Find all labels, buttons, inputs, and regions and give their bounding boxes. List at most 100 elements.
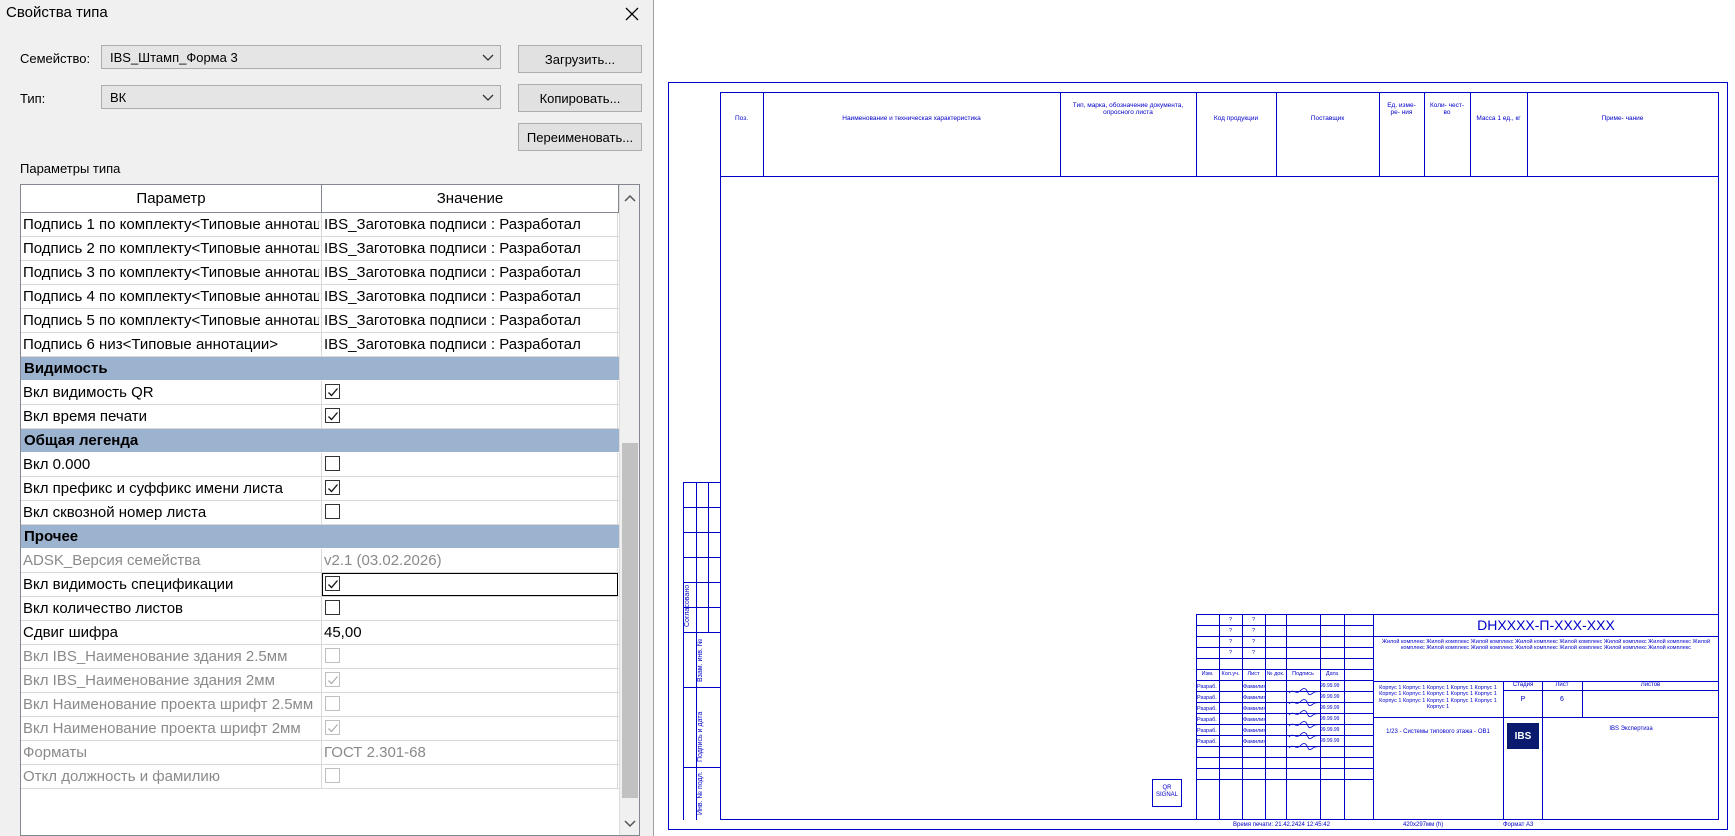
side-label-original-inv: Инв. № подл. (697, 771, 704, 815)
family-select[interactable]: IBS_Штамп_Форма 3 (101, 45, 501, 69)
surname-label: Фамилия (1243, 684, 1267, 690)
rename-button[interactable]: Переименовать... (518, 123, 642, 151)
grid-header: Параметр Значение = (21, 185, 630, 213)
parameter-checkbox[interactable] (325, 408, 340, 423)
complex-text: Жилой комплекс Жилой комплекс Жилой комп… (1381, 639, 1711, 652)
side-label-agreed: Согласовано (684, 584, 691, 627)
parameter-row[interactable]: Подпись 3 по комплекту<Типовые аннотации… (21, 261, 620, 285)
load-button[interactable]: Загрузить... (518, 45, 642, 73)
parameter-name: Подпись 2 по комплекту<Типовые аннотации… (23, 240, 319, 257)
parameter-checkbox (325, 768, 340, 783)
placeholder-mark: ? (1228, 639, 1233, 645)
date-label: 99.99.99 (1320, 738, 1340, 744)
parameter-row[interactable]: Вкл префикс и суффикс имени листа (21, 477, 632, 501)
parameter-row[interactable]: Вкл сквозной номер листа (21, 501, 632, 525)
format-size: 420х297мм (h) (1403, 822, 1444, 828)
column-header-parameter[interactable]: Параметр (21, 185, 322, 212)
parameter-name: ADSK_Версия семейства (23, 552, 201, 569)
type-label: Тип: (20, 91, 46, 106)
parameter-value[interactable]: IBS_Заготовка подписи : Разработал (324, 240, 614, 257)
parameter-row[interactable]: Форматы ГОСТ 2.301-68 (21, 741, 620, 765)
parameter-value[interactable]: IBS_Заготовка подписи : Разработал (324, 312, 614, 329)
spec-column-header: Поз. (735, 115, 748, 122)
parameter-row[interactable]: Подпись 4 по комплекту<Типовые аннотации… (21, 285, 620, 309)
date-label: 99.99.99 (1320, 694, 1340, 700)
parameter-value[interactable]: IBS_Заготовка подписи : Разработал (324, 336, 614, 353)
parameter-checkbox[interactable] (325, 600, 340, 615)
parameter-value: v2.1 (03.02.2026) (324, 552, 442, 569)
scrollbar-thumb[interactable] (622, 443, 638, 798)
parameter-row[interactable]: Вкл время печати (21, 405, 632, 429)
parameter-row[interactable]: Подпись 1 по комплекту<Типовые аннотации… (21, 213, 620, 237)
date-label: 99.99.99 (1320, 705, 1340, 711)
parameter-checkbox (325, 696, 340, 711)
close-button[interactable] (617, 2, 647, 26)
parameter-name: Подпись 5 по комплекту<Типовые аннотации… (23, 312, 319, 329)
parameter-name: Вкл видимость QR (23, 384, 154, 401)
parameter-checkbox[interactable] (325, 456, 340, 471)
parameter-row[interactable]: ADSK_Версия семейства v2.1 (03.02.2026) (21, 549, 620, 573)
parameter-checkbox (325, 672, 340, 687)
sheet-label: Лист (1555, 682, 1569, 688)
parameter-name: Вкл сквозной номер листа (23, 504, 207, 521)
role-label: Разраб. (1197, 706, 1217, 712)
parameter-row[interactable]: Подпись 6 низ<Типовые аннотации> IBS_Заго… (21, 333, 620, 357)
column-header-value[interactable]: Значение (322, 185, 619, 212)
parameter-row[interactable]: Вкл IBS_Наименование здания 2мм (21, 669, 620, 693)
dialog-title: Свойства типа (6, 4, 108, 21)
parameter-value[interactable]: 45,00 (324, 624, 614, 641)
surname-label: Фамилия (1243, 695, 1267, 701)
role-label: Разраб. (1197, 684, 1217, 690)
parameter-name: Подпись 1 по комплекту<Типовые аннотации… (23, 216, 319, 233)
company-name: IBS Экспертиза (1609, 726, 1653, 732)
parameter-row[interactable]: Сдвиг шифра 45,00 (21, 621, 632, 645)
qr-label: QR SIGNAL (1155, 785, 1178, 798)
parameter-row[interactable]: Подпись 5 по комплекту<Типовые аннотации… (21, 309, 620, 333)
role-label: Разраб. (1197, 728, 1217, 734)
parameter-value[interactable]: IBS_Заготовка подписи : Разработал (324, 288, 614, 305)
scroll-up-icon[interactable] (624, 193, 636, 203)
date-label: 99.99.99 (1320, 716, 1340, 722)
role-label: Разраб. (1197, 739, 1217, 745)
vertical-scrollbar[interactable] (619, 185, 639, 835)
parameters-grid[interactable]: Параметр Значение = Подпись 1 по комплек… (20, 184, 640, 836)
sheet-value: 6 (1560, 696, 1564, 703)
parameter-row[interactable]: Вкл видимость QR (21, 381, 632, 405)
parameter-row[interactable]: Вкл 0.000 (21, 453, 632, 477)
parameter-value[interactable]: IBS_Заготовка подписи : Разработал (324, 264, 614, 281)
checkmark-icon (328, 676, 338, 685)
parameter-row[interactable]: Вкл видимость спецификации (21, 573, 632, 597)
copy-button[interactable]: Копировать... (518, 84, 642, 112)
group-title: Общая легенда (24, 432, 139, 449)
parameter-value[interactable]: IBS_Заготовка подписи : Разработал (324, 216, 614, 233)
title-column-header: Подпись (1292, 671, 1314, 677)
scroll-down-icon[interactable] (624, 819, 636, 829)
group-header-row[interactable]: Видимость (21, 357, 630, 381)
spec-column-header: Тип, марка, обозначение документа, опрос… (1072, 102, 1184, 117)
group-header-row[interactable]: Общая легенда (21, 429, 630, 453)
spec-column-header: Коли- чест- во (1429, 102, 1465, 117)
type-select[interactable]: ВК (101, 85, 501, 109)
group-header-row[interactable]: Прочее (21, 525, 630, 549)
parameter-row[interactable]: Вкл Наименование проекта шрифт 2мм (21, 717, 620, 741)
signature-image (1288, 738, 1318, 756)
parameter-row[interactable]: Подпись 2 по комплекту<Типовые аннотации… (21, 237, 620, 261)
parameter-row[interactable]: Вкл IBS_Наименование здания 2.5мм (21, 645, 620, 669)
surname-label: Фамилия (1243, 739, 1267, 745)
parameter-name: Вкл время печати (23, 408, 147, 425)
group-title: Прочее (24, 528, 79, 545)
parameter-name: Вкл префикс и суффикс имени листа (23, 480, 283, 497)
parameter-row[interactable]: Вкл количество листов (21, 597, 632, 621)
parameter-row[interactable]: Вкл Наименование проекта шрифт 2.5мм (21, 693, 620, 717)
parameter-checkbox[interactable] (325, 504, 340, 519)
format-label: Формат А3 (1503, 822, 1534, 828)
parameter-checkbox[interactable] (325, 480, 340, 495)
side-label-signature-date: Подпись и дата (697, 711, 704, 762)
checkmark-icon (328, 388, 338, 397)
chevron-down-icon (482, 54, 494, 61)
parameter-row[interactable]: Откл должность и фамилию (21, 765, 620, 789)
spec-column-header: Код продукции (1213, 115, 1259, 122)
parameter-name: Вкл Наименование проекта шрифт 2мм (23, 720, 301, 737)
parameter-name: Форматы (23, 744, 88, 761)
parameter-checkbox[interactable] (325, 384, 340, 399)
